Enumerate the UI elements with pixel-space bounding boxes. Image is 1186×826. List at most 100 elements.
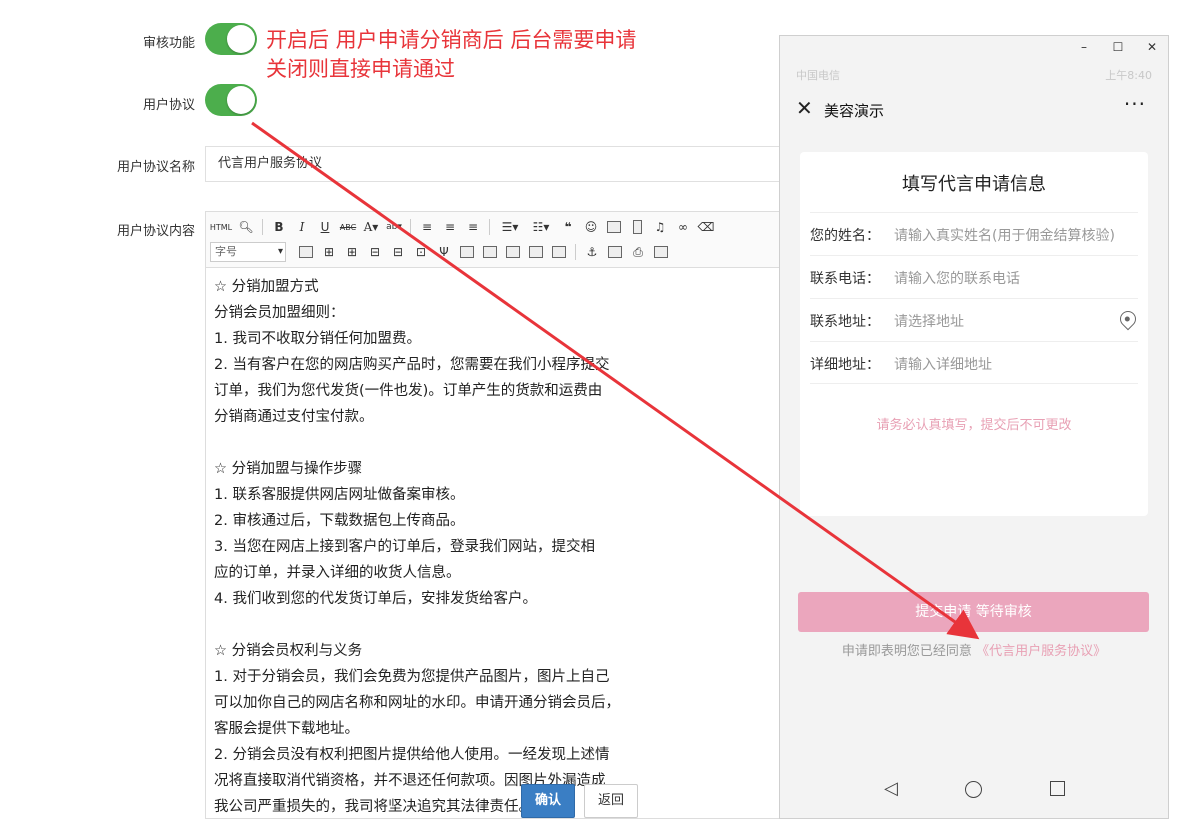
minimize-icon[interactable]: – <box>1076 40 1092 54</box>
field-phone-row[interactable]: 联系电话： 请输入您的联系电话 <box>810 255 1138 298</box>
card-title: 填写代言申请信息 <box>902 174 1046 195</box>
insert-row-icon[interactable]: ⊞ <box>320 243 338 261</box>
align-left-icon[interactable]: ≡ <box>418 218 436 236</box>
field-address-row[interactable]: 联系地址： 请选择地址 <box>810 298 1140 341</box>
link-icon[interactable]: ∞ <box>674 218 692 236</box>
underline-icon[interactable]: U <box>316 218 334 236</box>
more-icon[interactable]: ··· <box>1124 92 1146 116</box>
agreement-content-label: 用户协议内容 <box>116 224 195 239</box>
content-line: 客服会提供下载地址。 <box>214 721 359 737</box>
back-button[interactable]: 返回 <box>584 784 638 818</box>
font-color-icon[interactable]: A▾ <box>362 218 380 236</box>
image-icon[interactable] <box>605 218 623 236</box>
audit-toggle[interactable] <box>205 23 257 55</box>
anchor-icon[interactable]: ⚓ <box>583 243 601 261</box>
toolbar-divider <box>489 219 490 235</box>
name-input[interactable]: 请输入真实姓名(用于佣金结算核验) <box>894 225 1115 245</box>
content-line: ☆ 分销加盟与操作步骤 <box>214 461 363 477</box>
agreement-name-input[interactable]: 代言用户服务协议 <box>205 146 780 182</box>
highlight-icon[interactable]: ab▾ <box>385 218 403 236</box>
agreement-name-label: 用户协议名称 <box>116 160 195 175</box>
align-right-icon[interactable]: ≡ <box>464 218 482 236</box>
blockquote-icon[interactable]: ❝ <box>559 218 577 236</box>
merge-cells-icon[interactable]: ⊡ <box>412 243 430 261</box>
map-icon[interactable] <box>606 243 624 261</box>
preview-icon[interactable] <box>652 243 670 261</box>
delete-col-icon[interactable]: ⊟ <box>389 243 407 261</box>
phone-status-bar: 中国电信 上午8:40 <box>780 62 1168 86</box>
close-window-icon[interactable]: ✕ <box>1144 40 1160 54</box>
col-props-icon[interactable] <box>504 243 522 261</box>
field-detail-row[interactable]: 详细地址： 请输入详细地址 <box>810 341 1138 384</box>
close-icon[interactable]: ✕ <box>796 96 813 120</box>
content-line: 4. 我们收到您的代发货订单后，安排发货给客户。 <box>214 591 537 607</box>
location-pin-icon[interactable] <box>1116 307 1140 331</box>
audit-label: 审核功能 <box>142 36 195 51</box>
toolbar-row-1: HTML 🔍︎ B I U ABC A▾ ab▾ ≡ ≡ ≡ ☰▾ ☷▾ ❝ ☺… <box>210 215 715 239</box>
application-form-card: 填写代言申请信息 您的姓名： 请输入真实姓名(用于佣金结算核验) 联系电话： 请… <box>800 152 1148 516</box>
home-circle-icon[interactable] <box>965 781 982 798</box>
field-label: 联系电话： <box>810 271 880 287</box>
print-icon[interactable]: ⎙ <box>629 243 647 261</box>
agreement-label: 用户协议 <box>142 98 195 113</box>
annotation-line-2: 关闭则直接申请通过 <box>266 57 455 81</box>
html-source-icon[interactable]: HTML <box>210 218 232 236</box>
detail-address-input[interactable]: 请输入详细地址 <box>894 354 992 374</box>
bold-icon[interactable]: B <box>270 218 288 236</box>
editor-toolbar: HTML 🔍︎ B I U ABC A▾ ab▾ ≡ ≡ ≡ ☰▾ ☷▾ ❝ ☺… <box>206 212 780 268</box>
emoticon-icon[interactable]: ☺ <box>582 218 600 236</box>
content-line: 3. 当您在网店上接到客户的订单后，登录我们网站，提交相 <box>214 539 595 555</box>
unordered-list-icon[interactable]: ☷▾ <box>528 218 554 236</box>
back-triangle-icon[interactable]: ◁ <box>884 778 898 799</box>
carrier-text: 中国电信 <box>796 69 840 82</box>
table-delete-icon[interactable] <box>550 243 568 261</box>
confirm-button[interactable]: 确认 <box>521 784 575 818</box>
agreement-toggle[interactable] <box>205 84 257 116</box>
field-name-row[interactable]: 您的姓名： 请输入真实姓名(用于佣金结算核验) <box>810 212 1138 255</box>
find-icon[interactable]: 🔍︎ <box>237 218 255 236</box>
content-line: ☆ 分销加盟方式 <box>214 279 319 295</box>
align-center-icon[interactable]: ≡ <box>441 218 459 236</box>
editor-content[interactable]: ☆ 分销加盟方式 分销会员加盟细则： 1. 我司不收取分销任何加盟费。 2. 当有客户… <box>206 268 780 826</box>
phone-preview-window: – ☐ ✕ 中国电信 上午8:40 ✕ 美容演示 ··· 填写代言申请信息 您的… <box>779 35 1169 819</box>
content-line: 2. 当有客户在您的网店购买产品时，您需要在我们小程序提交 <box>214 357 610 373</box>
cell-props-icon[interactable] <box>458 243 476 261</box>
insert-col-icon[interactable]: ⊞ <box>343 243 361 261</box>
address-picker[interactable]: 请选择地址 <box>894 311 964 331</box>
row-props-icon[interactable] <box>481 243 499 261</box>
video-icon[interactable] <box>628 218 646 236</box>
clock-text: 上午8:40 <box>1105 69 1152 82</box>
strikethrough-icon[interactable]: ABC <box>339 218 357 236</box>
split-cells-icon[interactable]: Ψ <box>435 243 453 261</box>
window-titlebar: – ☐ ✕ <box>780 36 1168 62</box>
table-icon[interactable] <box>297 243 315 261</box>
maximize-icon[interactable]: ☐ <box>1110 40 1126 54</box>
toolbar-row-2: 字号 ⊞ ⊞ ⊟ ⊟ ⊡ Ψ ⚓ ⎙ <box>210 240 670 264</box>
toolbar-divider <box>410 219 411 235</box>
phone-input[interactable]: 请输入您的联系电话 <box>894 268 1020 288</box>
agree-prefix: 申请即表明您已经同意 <box>841 644 972 659</box>
content-line: ☆ 分销会员权利与义务 <box>214 643 363 659</box>
eraser-icon[interactable]: ⌫ <box>697 218 715 236</box>
toolbar-divider <box>262 219 263 235</box>
toggle-knob <box>227 25 255 53</box>
toolbar-divider <box>575 244 576 260</box>
delete-row-icon[interactable]: ⊟ <box>366 243 384 261</box>
agreement-link[interactable]: 《代言用户服务协议》 <box>976 644 1106 659</box>
content-line: 1. 对于分销会员，我们会免费为您提供产品图片，图片上自己 <box>214 669 610 685</box>
recents-square-icon[interactable] <box>1050 781 1065 796</box>
table-props-icon[interactable] <box>527 243 545 261</box>
annotation-note: 开启后 用户申请分销商后 后台需要申请 关闭则直接申请通过 <box>266 26 636 84</box>
nav-title: 美容演示 <box>824 102 885 120</box>
italic-icon[interactable]: I <box>293 218 311 236</box>
content-line: 分销会员加盟细则： <box>214 305 345 321</box>
field-label: 您的姓名： <box>810 228 880 244</box>
font-size-select[interactable]: 字号 <box>210 242 286 262</box>
rich-text-editor[interactable]: HTML 🔍︎ B I U ABC A▾ ab▾ ≡ ≡ ≡ ☰▾ ☷▾ ❝ ☺… <box>205 211 780 819</box>
submit-application-button[interactable]: 提交申请 等待审核 <box>798 592 1149 632</box>
content-line: 应的订单，并录入详细的收货人信息。 <box>214 565 461 581</box>
agreement-notice: 申请即表明您已经同意 《代言用户服务协议》 <box>780 640 1168 659</box>
ordered-list-icon[interactable]: ☰▾ <box>497 218 523 236</box>
music-icon[interactable]: ♫ <box>651 218 669 236</box>
content-line: 订单，我们为您代发货(一件也发)。订单产生的货款和运费由 <box>214 383 603 399</box>
